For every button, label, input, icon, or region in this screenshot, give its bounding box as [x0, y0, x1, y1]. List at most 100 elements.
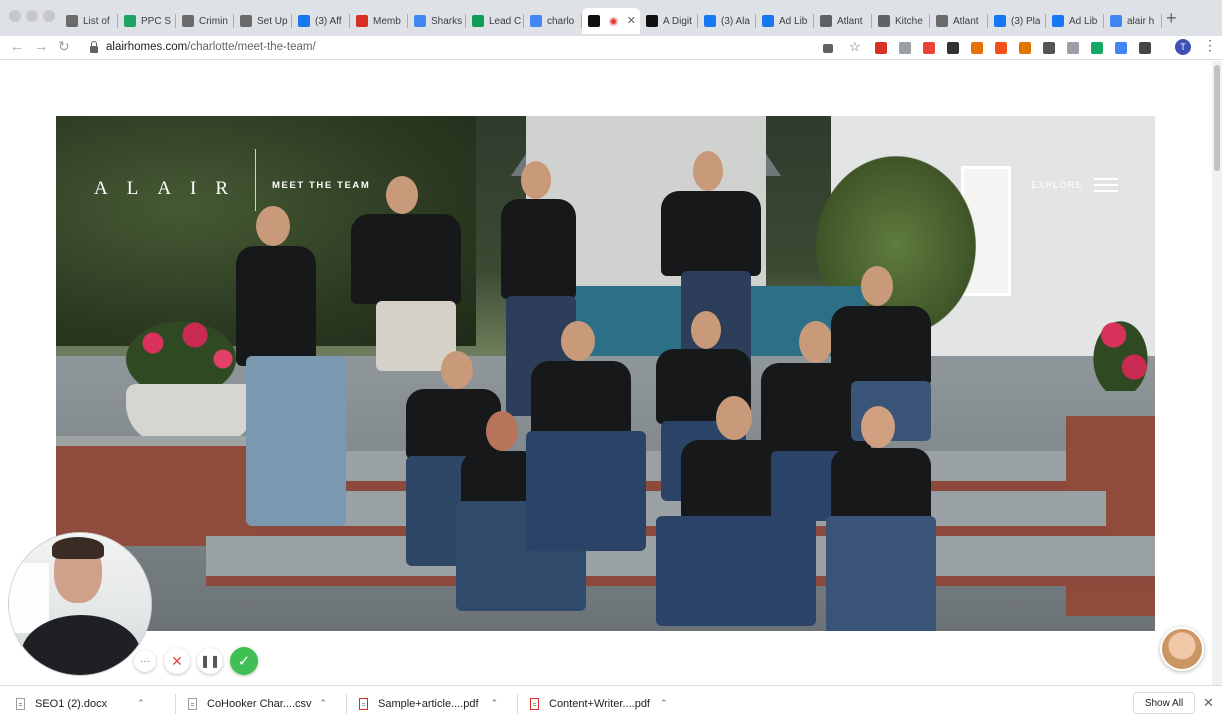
- tab-label: Ad Lib: [779, 15, 808, 27]
- show-all-downloads-button[interactable]: Show All: [1133, 692, 1195, 714]
- browser-tab[interactable]: A Digit: [640, 8, 698, 34]
- camera-icon[interactable]: [823, 43, 833, 53]
- tab-label: (3) Aff: [315, 15, 342, 27]
- browser-tab[interactable]: ✕: [582, 8, 640, 34]
- hat-icon: [182, 15, 194, 27]
- browser-tab[interactable]: List of: [60, 8, 118, 34]
- docs-icon: [414, 15, 426, 27]
- download-item[interactable]: SEO1 (2).docx ⌃: [16, 686, 145, 721]
- extension-icon[interactable]: [947, 42, 959, 54]
- browser-tab[interactable]: Kitche: [872, 8, 930, 34]
- download-item[interactable]: Sample+article....pdf ⌃: [359, 686, 498, 721]
- download-item[interactable]: Content+Writer....pdf ⌃: [530, 686, 668, 721]
- page-scrollbar[interactable]: [1212, 61, 1222, 685]
- tab-label: Crimin: [199, 15, 228, 27]
- download-filename: Content+Writer....pdf: [549, 697, 650, 710]
- file-icon: [188, 697, 197, 710]
- chevron-up-icon[interactable]: ⌃: [137, 698, 145, 709]
- extension-icon[interactable]: [971, 42, 983, 54]
- close-window-button[interactable]: [9, 10, 21, 22]
- recorder-cancel-button[interactable]: ✕: [164, 648, 190, 674]
- download-shelf: SEO1 (2).docx ⌃ CoHooker Char....csv ⌃ S…: [0, 685, 1222, 720]
- back-button[interactable]: ←: [10, 38, 24, 54]
- bookmark-star-icon[interactable]: ☆: [849, 40, 863, 55]
- facebook-icon: [704, 15, 716, 27]
- browser-tab[interactable]: Ad Lib: [1046, 8, 1104, 34]
- download-item[interactable]: CoHooker Char....csv ⌃: [188, 686, 327, 721]
- browser-tab[interactable]: Atlant: [930, 8, 988, 34]
- recorder-pause-button[interactable]: ❚❚: [197, 648, 223, 674]
- close-tab-icon[interactable]: ✕: [627, 14, 636, 27]
- tab-label: Lead C: [489, 15, 522, 27]
- browser-tab[interactable]: PPC S: [118, 8, 176, 34]
- browser-tab[interactable]: Set Up: [234, 8, 292, 34]
- alair-logo[interactable]: ALAIR: [94, 178, 247, 200]
- tab-label: List of: [83, 15, 110, 27]
- zoom-window-button[interactable]: [43, 10, 55, 22]
- explore-link[interactable]: EXPLORE: [1031, 180, 1083, 191]
- minimize-window-button[interactable]: [26, 10, 38, 22]
- browser-tab[interactable]: (3) Aff: [292, 8, 350, 34]
- chevron-up-icon[interactable]: ⌃: [660, 698, 668, 709]
- download-filename: Sample+article....pdf: [378, 697, 479, 710]
- browser-tab[interactable]: charlo: [524, 8, 582, 34]
- browser-tab[interactable]: Sharks: [408, 8, 466, 34]
- address-bar[interactable]: alairhomes.com/charlotte/meet-the-team/: [80, 36, 870, 58]
- chat-widget-avatar[interactable]: [1160, 627, 1204, 671]
- browser-tab[interactable]: Atlant: [814, 8, 872, 34]
- scrollbar-thumb[interactable]: [1214, 65, 1220, 171]
- google-icon: [530, 15, 542, 27]
- globe-icon: [878, 15, 890, 27]
- extension-icon[interactable]: [995, 42, 1007, 54]
- extension-icon[interactable]: [923, 42, 935, 54]
- extension-icon[interactable]: [1019, 42, 1031, 54]
- profile-avatar[interactable]: T: [1175, 39, 1191, 55]
- browser-tab[interactable]: Memb: [350, 8, 408, 34]
- hamburger-menu-icon[interactable]: [1094, 178, 1118, 192]
- facebook-icon: [994, 15, 1006, 27]
- section-label: MEET THE TEAM: [272, 180, 371, 191]
- browser-tab[interactable]: Lead C: [466, 8, 524, 34]
- recorder-finish-button[interactable]: ✓: [230, 647, 258, 675]
- reload-button[interactable]: ↻: [58, 38, 70, 55]
- logo-divider: [255, 149, 256, 211]
- forward-button[interactable]: →: [34, 38, 48, 54]
- download-filename: SEO1 (2).docx: [35, 697, 108, 710]
- drive-icon: [124, 15, 136, 27]
- globe-icon: [820, 15, 832, 27]
- tab-label: Ad Lib: [1069, 15, 1098, 27]
- extension-icon[interactable]: [899, 42, 911, 54]
- browser-menu-icon[interactable]: ⋮: [1203, 37, 1217, 54]
- extension-icon[interactable]: [1067, 42, 1079, 54]
- document-file-icon: [16, 697, 25, 710]
- chevron-up-icon[interactable]: ⌃: [320, 698, 328, 709]
- browser-tab[interactable]: (3) Pla: [988, 8, 1046, 34]
- tab-label: PPC S: [141, 15, 172, 27]
- facebook-icon: [1052, 15, 1064, 27]
- recorder-more-button[interactable]: ···: [134, 650, 156, 672]
- tab-label: charlo: [547, 15, 575, 27]
- tab-label: Atlant: [953, 15, 979, 27]
- chevron-up-icon[interactable]: ⌃: [491, 698, 499, 709]
- browser-tab[interactable]: Crimin: [176, 8, 234, 34]
- browser-tab[interactable]: Ad Lib: [756, 8, 814, 34]
- facebook-icon: [762, 15, 774, 27]
- page-viewport: ALAIR MEET THE TEAM EXPLORE: [0, 61, 1212, 685]
- extension-icon[interactable]: [875, 42, 887, 54]
- google-icon: [1110, 15, 1122, 27]
- close-shelf-icon[interactable]: ✕: [1203, 695, 1214, 711]
- tab-label: A Digit: [663, 15, 692, 27]
- sheets-icon: [472, 15, 484, 27]
- extension-icon[interactable]: [1139, 42, 1151, 54]
- new-tab-button[interactable]: +: [1166, 8, 1177, 29]
- recording-dot-icon: [609, 16, 618, 26]
- browser-tab[interactable]: alair h: [1104, 8, 1162, 34]
- webcam-bubble[interactable]: [8, 532, 152, 676]
- extension-icon[interactable]: [1115, 42, 1127, 54]
- extension-icon[interactable]: [1091, 42, 1103, 54]
- extension-icon[interactable]: [1043, 42, 1055, 54]
- browser-tab[interactable]: (3) Ala: [698, 8, 756, 34]
- browser-toolbar: ← → ↻ alairhomes.com/charlotte/meet-the-…: [0, 36, 1222, 60]
- pdf-file-icon: [359, 697, 368, 710]
- pdf-file-icon: [530, 697, 539, 710]
